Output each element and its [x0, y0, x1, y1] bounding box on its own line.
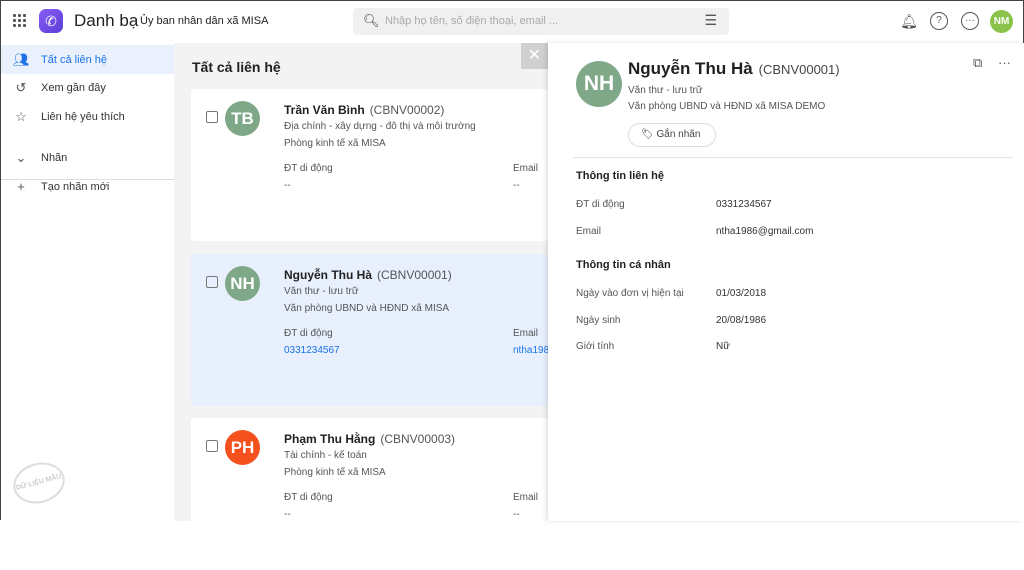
contact-name: Trần Văn Bình (CBNV00002) [284, 103, 444, 117]
gender-value: Nữ [716, 341, 730, 352]
plus-icon: + [17, 179, 25, 194]
contacts-icon: 👥︎ [13, 51, 30, 67]
contact-avatar: NH [225, 266, 260, 301]
star-icon: ☆ [15, 108, 27, 124]
contact-avatar: PH [225, 430, 260, 465]
contact-position: Văn thư - lưu trữ [284, 286, 359, 297]
sidebar-item-label: Tạo nhãn mới [41, 180, 110, 193]
contact-department: Phòng kinh tế xã MISA [284, 467, 386, 478]
tag-button-label: Gắn nhãn [656, 129, 701, 140]
more-apps-icon[interactable]: ··· [961, 12, 979, 30]
detail-code: (CBNV00001) [758, 62, 840, 77]
organization-name: Ủy ban nhân dân xã MISA [140, 15, 269, 27]
phone-label: ĐT di động [576, 199, 625, 210]
contact-phone[interactable]: 0331234567 [284, 345, 340, 356]
contacts-app-logo-icon: ✆ [39, 9, 63, 33]
select-checkbox[interactable] [206, 111, 218, 123]
dob-label: Ngày sinh [576, 315, 621, 326]
sidebar: 👥︎ Tất cả liên hệ ↺ Xem gần đây ☆ Liên hệ y… [1, 43, 174, 521]
contact-phone: -- [284, 509, 291, 520]
contact-email[interactable]: ntha1986@gmail.com [513, 345, 548, 356]
sidebar-item-recent[interactable]: ↺ Xem gần đây [1, 73, 174, 102]
sidebar-item-labels[interactable]: ⌄ Nhãn [1, 143, 174, 172]
phone-label: ĐT di động [284, 163, 333, 174]
sidebar-item-label: Xem gần đây [41, 81, 106, 94]
gender-label: Giới tính [576, 341, 615, 352]
detail-position: Văn thư - lưu trữ [628, 85, 703, 96]
contact-info-heading: Thông tin liên hệ [576, 170, 664, 182]
tag-button[interactable]: 🏷︎ Gắn nhãn [628, 123, 716, 147]
user-avatar[interactable]: NM [990, 10, 1013, 33]
email-label: Email [513, 328, 539, 339]
contact-name: Phạm Thu Hằng (CBNV00003) [284, 432, 455, 446]
list-title: Tất cả liên hệ [192, 59, 281, 75]
detail-name: Nguyễn Thu Hà (CBNV00001) [628, 59, 840, 79]
apps-grid-icon[interactable] [13, 14, 27, 28]
contact-name-text: Trần Văn Bình [284, 103, 365, 117]
contact-department: Phòng kinh tế xã MISA [284, 138, 386, 149]
detail-avatar: NH [576, 61, 622, 107]
sidebar-item-label: Liên hệ yêu thích [41, 110, 125, 123]
sidebar-item-favorites[interactable]: ☆ Liên hệ yêu thích [1, 102, 174, 131]
sidebar-item-all-contacts[interactable]: 👥︎ Tất cả liên hệ [1, 45, 174, 74]
copy-icon[interactable]: ⧉ [973, 55, 982, 71]
tag-icon: 🏷︎ [641, 129, 657, 140]
contact-position: Tài chính - kế toán [284, 450, 367, 461]
contact-name-text: Nguyễn Thu Hà [284, 268, 373, 282]
contact-code: (CBNV00002) [369, 103, 445, 117]
close-button[interactable]: ✕ [521, 43, 548, 69]
phone-label: ĐT di động [284, 328, 333, 339]
detail-name-text: Nguyễn Thu Hà [628, 59, 753, 78]
contact-card[interactable]: PH Phạm Thu Hằng (CBNV00003) Tài chính - … [191, 418, 548, 570]
chevron-down-icon: ⌄ [15, 149, 27, 165]
bell-icon[interactable]: 🔔︎ [900, 12, 918, 30]
email-link[interactable]: ntha1986@gmail.com [716, 226, 813, 237]
personal-info-heading: Thông tin cá nhân [576, 259, 671, 271]
contact-email: -- [513, 180, 520, 191]
contact-list: Tất cả liên hệ ✕ TB Trần Văn Bình (CBNV00… [174, 43, 548, 570]
app-name: Danh bạ [74, 11, 139, 30]
top-bar: ✆ Danh bạ Ủy ban nhân dân xã MISA 🔍︎ Nhậ… [1, 1, 1023, 43]
contact-avatar: TB [225, 101, 260, 136]
search-icon: 🔍︎ [363, 13, 380, 28]
email-label: Email [576, 226, 602, 237]
contact-detail-panel: NH Nguyễn Thu Hà (CBNV00001) Văn thư - lư… [548, 43, 1024, 521]
phone-label: ĐT di động [284, 492, 333, 503]
contact-phone: -- [284, 180, 291, 191]
join-date-label: Ngày vào đơn vị hiện tại [576, 288, 684, 299]
sidebar-item-label: Tất cả liên hệ [41, 53, 108, 66]
history-icon: ↺ [15, 79, 27, 95]
select-checkbox[interactable] [206, 440, 218, 452]
sidebar-item-create-label[interactable]: + Tạo nhãn mới [1, 172, 174, 201]
dob-value: 20/08/1986 [716, 315, 767, 326]
contact-name: Nguyễn Thu Hà (CBNV00001) [284, 268, 452, 282]
divider [573, 157, 1013, 158]
contact-department: Văn phòng UBND và HĐND xã MISA [284, 303, 450, 314]
filter-icon[interactable]: ☰ [704, 12, 717, 29]
search-input[interactable]: Nhập họ tên, số điện thoại, email ... [385, 15, 558, 27]
contact-name-text: Phạm Thu Hằng [284, 432, 376, 446]
contact-card[interactable]: TB Trần Văn Bình (CBNV00002) Địa chính - … [191, 89, 548, 241]
contact-code: (CBNV00003) [380, 432, 456, 446]
detail-department: Văn phòng UBND và HĐND xã MISA DEMO [628, 101, 826, 112]
contact-code: (CBNV00001) [377, 268, 452, 282]
select-checkbox[interactable] [206, 276, 218, 288]
contact-card[interactable]: NH Nguyễn Thu Hà (CBNV00001) Văn thư - lư… [191, 254, 548, 406]
phone-link[interactable]: 0331234567 [716, 199, 772, 210]
sidebar-item-label: Nhãn [41, 151, 68, 164]
search-bar[interactable]: 🔍︎ Nhập họ tên, số điện thoại, email ...… [353, 8, 729, 35]
more-icon[interactable]: ··· [998, 55, 1011, 70]
join-date-value: 01/03/2018 [716, 288, 767, 299]
contact-position: Địa chính - xây dựng - đô thị và môi trư… [284, 121, 476, 132]
contact-email: -- [513, 509, 520, 520]
help-icon[interactable]: ? [930, 12, 948, 30]
email-label: Email [513, 163, 539, 174]
email-label: Email [513, 492, 539, 503]
